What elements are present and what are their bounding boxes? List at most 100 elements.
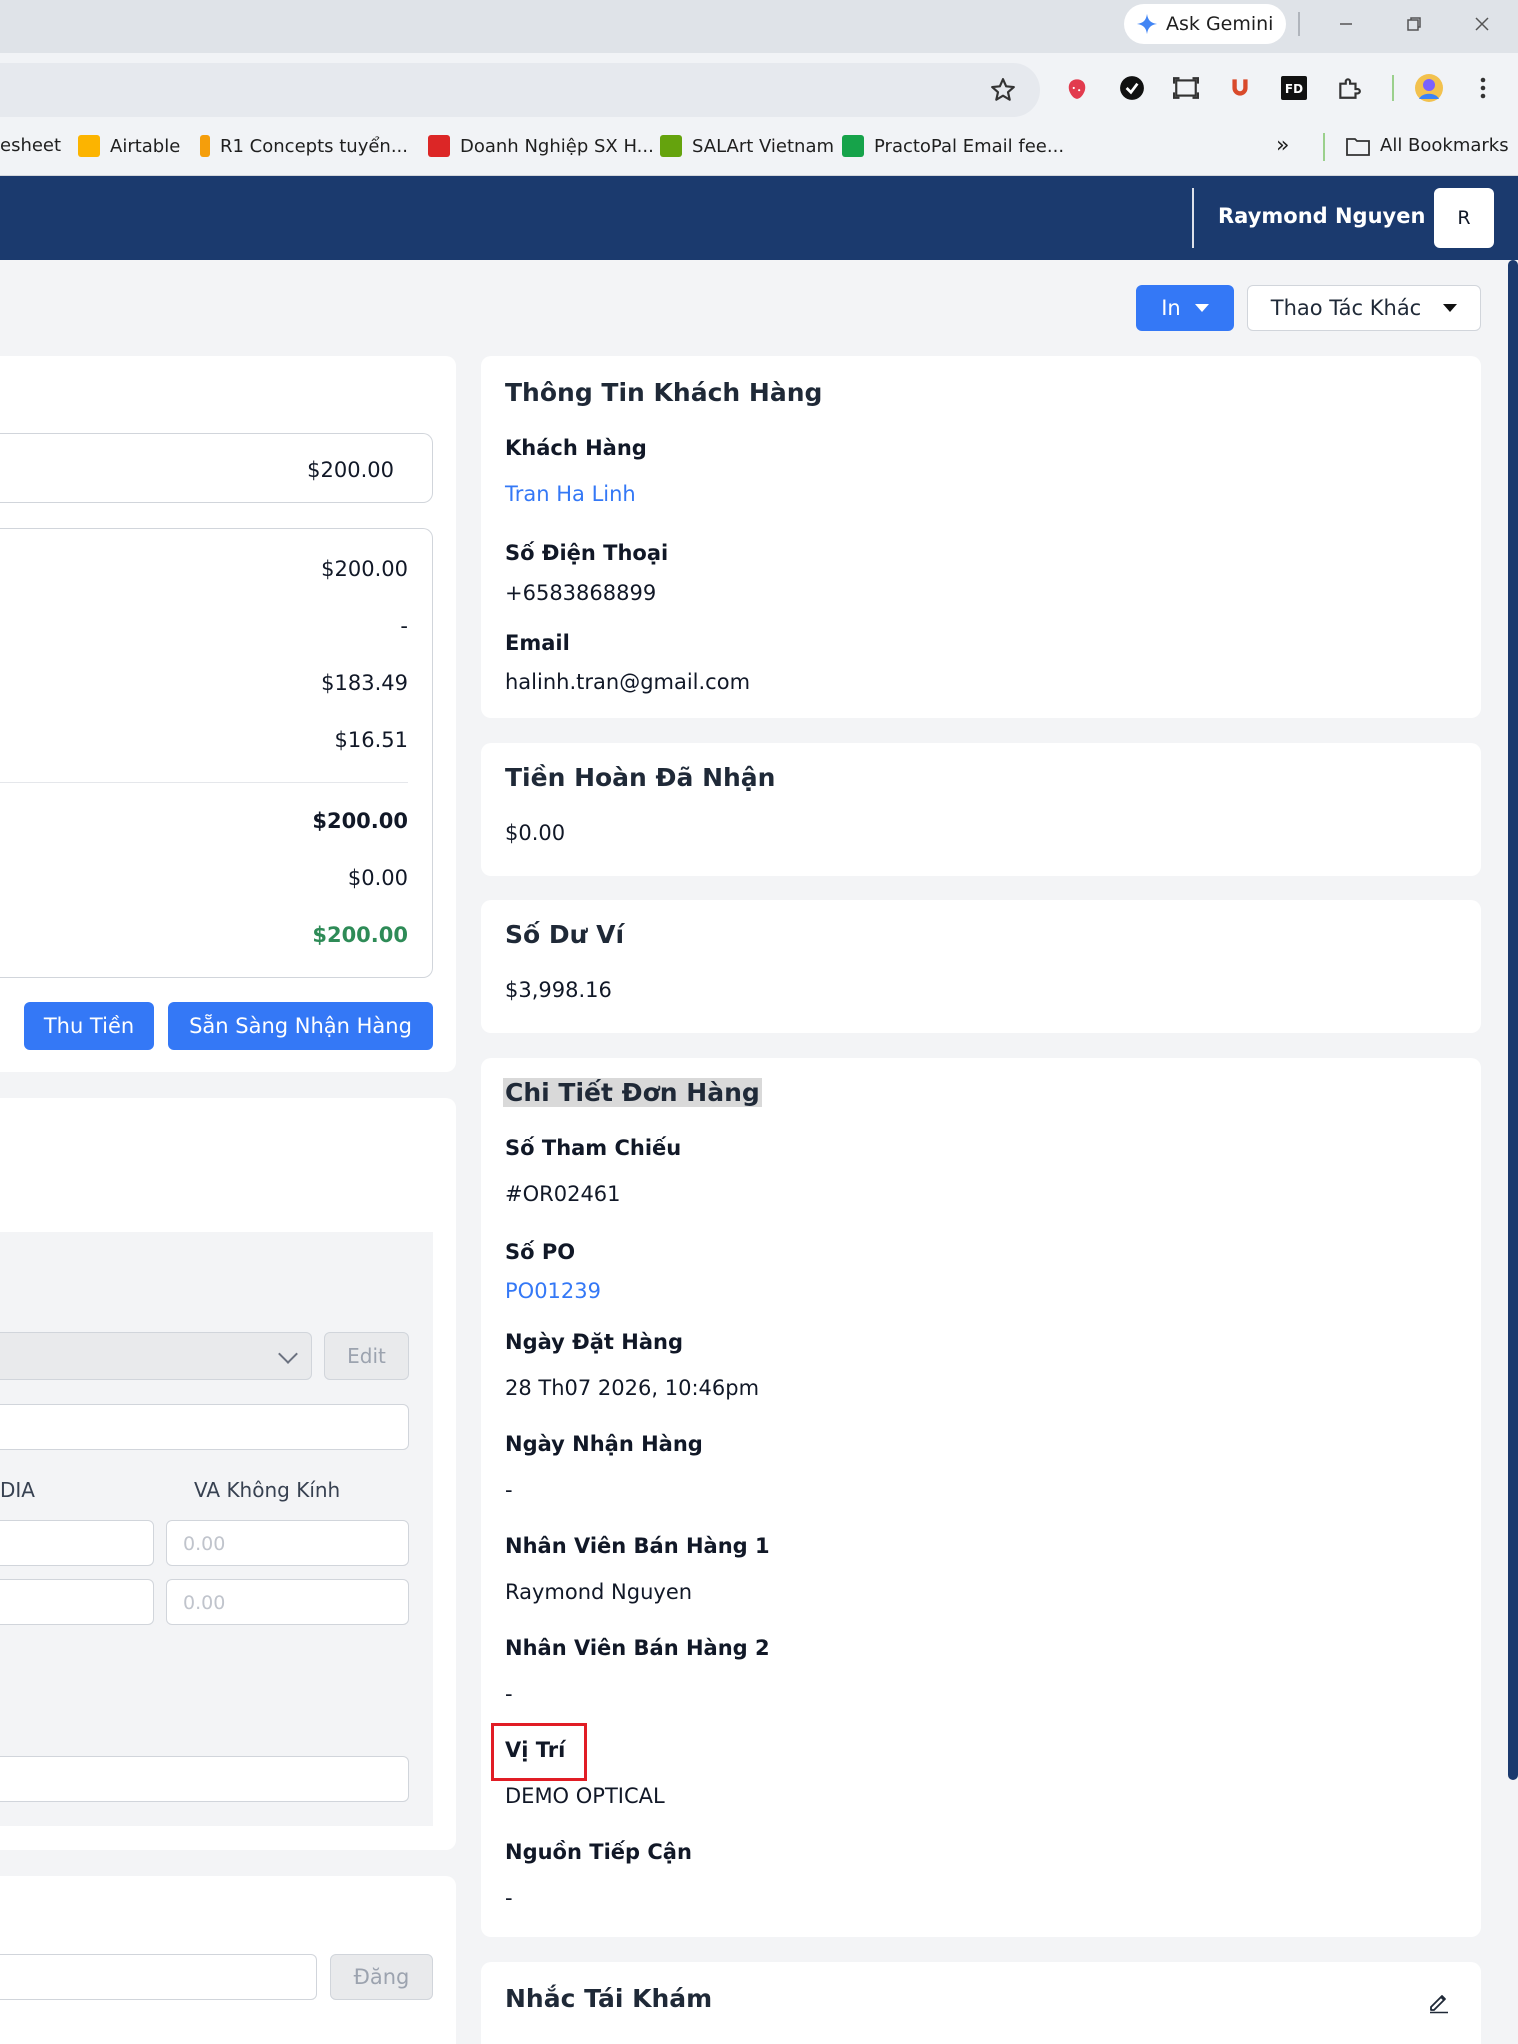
post-button[interactable]: Đăng	[330, 1954, 433, 2000]
pickup-date-value: -	[505, 1478, 513, 1502]
phone-label: Số Điện Thoại	[505, 541, 669, 565]
extension-strawberry-icon[interactable]	[1062, 73, 1092, 103]
customer-info-card: Thông Tin Khách Hàng Khách Hàng Tran Ha …	[481, 356, 1481, 718]
bookmarks-bar: esheet Airtable R1 Concepts tuyển... Doa…	[0, 127, 1518, 167]
svg-text:FD: FD	[1285, 82, 1303, 96]
ask-gemini-button[interactable]: Ask Gemini	[1124, 4, 1286, 44]
discount-value: -	[400, 614, 408, 638]
dia-os-input[interactable]	[0, 1579, 154, 1625]
chevron-down-icon	[278, 1344, 298, 1364]
refund-value: $0.00	[347, 866, 408, 890]
bookmark-star-icon[interactable]	[990, 77, 1016, 103]
dia-od-input[interactable]	[0, 1520, 154, 1566]
refund-received-value: $0.00	[505, 821, 566, 845]
airtable-icon	[78, 135, 100, 157]
reference-value: #OR02461	[505, 1182, 621, 1206]
customer-info-title: Thông Tin Khách Hàng	[505, 378, 823, 407]
wallet-balance-title: Số Dư Ví	[505, 920, 625, 949]
email-value: halinh.tran@gmail.com	[505, 670, 751, 694]
print-button[interactable]: In	[1136, 285, 1234, 331]
minimize-button[interactable]	[1318, 6, 1374, 42]
toolbar-divider	[1392, 75, 1394, 101]
browser-titlebar: Ask Gemini	[0, 0, 1518, 53]
order-total: $200.00	[307, 458, 394, 482]
app-header: Raymond Nguyen R	[0, 176, 1518, 260]
more-actions-label: Thao Tác Khác	[1270, 296, 1422, 320]
titlebar-divider	[1298, 12, 1300, 36]
bookmark-item[interactable]: esheet	[0, 135, 61, 156]
salart-icon	[660, 135, 682, 157]
order-date-label: Ngày Đặt Hàng	[505, 1330, 683, 1354]
bookmark-item[interactable]: PractoPal Email fee...	[842, 135, 1064, 157]
prescription-select[interactable]	[0, 1332, 312, 1380]
browser-menu-icon[interactable]	[1468, 73, 1498, 103]
all-bookmarks-button[interactable]: All Bookmarks	[1346, 135, 1509, 156]
prescription-text-input[interactable]	[0, 1404, 409, 1450]
restore-icon	[1407, 17, 1421, 31]
before-tax-value: $183.49	[321, 671, 408, 695]
ready-for-pickup-button[interactable]: Sẵn Sàng Nhận Hàng	[168, 1002, 433, 1050]
lead-source-value: -	[505, 1886, 513, 1910]
pickup-date-label: Ngày Nhận Hàng	[505, 1432, 703, 1456]
extension-check-icon[interactable]	[1117, 73, 1147, 103]
customer-name-link[interactable]: Tran Ha Linh	[505, 482, 636, 506]
bookmark-item[interactable]: R1 Concepts tuyển...	[200, 135, 408, 157]
location-value: DEMO OPTICAL	[505, 1784, 665, 1808]
breakdown-divider	[0, 782, 408, 783]
pencil-icon[interactable]	[1427, 1990, 1451, 2014]
extension-screenshot-icon[interactable]	[1171, 73, 1201, 103]
prescription-note-input[interactable]	[0, 1756, 409, 1802]
bookmark-item[interactable]: SALArt Vietnam	[660, 135, 834, 157]
edit-button[interactable]: Edit	[324, 1332, 409, 1380]
bookmark-item[interactable]: Airtable	[78, 135, 180, 157]
close-window-button[interactable]	[1454, 6, 1510, 42]
sales-staff-2-value: -	[505, 1682, 513, 1706]
recall-reminder-card: Nhắc Tái Khám	[481, 1962, 1481, 2044]
collect-payment-button[interactable]: Thu Tiền	[24, 1002, 154, 1050]
extension-magnet-icon[interactable]	[1225, 73, 1255, 103]
highlight-box	[491, 1723, 587, 1781]
gemini-icon	[1136, 13, 1158, 35]
header-divider	[1192, 188, 1194, 248]
page-scrollbar[interactable]	[1508, 260, 1518, 1780]
extension-fd-icon[interactable]: FD	[1279, 73, 1309, 103]
sales-staff-1-label: Nhân Viên Bán Hàng 1	[505, 1534, 770, 1558]
caret-down-icon	[1194, 304, 1209, 312]
po-link[interactable]: PO01239	[505, 1279, 601, 1303]
comment-input[interactable]	[0, 1954, 317, 2000]
bookmark-item[interactable]: Doanh Nghiệp SX H...	[428, 135, 654, 157]
bookmarks-divider	[1323, 133, 1325, 161]
paid-total-value: $200.00	[312, 809, 408, 833]
company-icon	[428, 135, 450, 157]
po-label: Số PO	[505, 1240, 576, 1264]
browser-toolbar: FD esheet Airtable R1 Concepts tuyển... …	[0, 53, 1518, 176]
print-label: In	[1161, 296, 1181, 320]
va-os-input[interactable]: 0.00	[166, 1579, 409, 1625]
caret-down-icon	[1443, 304, 1458, 312]
subtotal-value: $200.00	[321, 557, 408, 581]
restore-button[interactable]	[1386, 6, 1442, 42]
tax-value: $16.51	[334, 728, 408, 752]
lead-source-label: Nguồn Tiếp Cận	[505, 1840, 692, 1864]
profile-avatar-icon[interactable]	[1414, 73, 1444, 103]
minimize-icon	[1340, 23, 1352, 25]
ask-gemini-label: Ask Gemini	[1166, 13, 1274, 35]
practopal-icon	[842, 135, 864, 157]
recall-reminder-title: Nhắc Tái Khám	[505, 1984, 713, 2013]
more-bookmarks-button[interactable]: »	[1276, 133, 1289, 158]
user-name[interactable]: Raymond Nguyen	[1218, 204, 1425, 228]
phone-value: +6583868899	[505, 581, 657, 605]
more-actions-button[interactable]: Thao Tác Khác	[1247, 285, 1481, 331]
jobs-icon	[200, 135, 210, 157]
email-label: Email	[505, 631, 570, 655]
sales-staff-2-label: Nhân Viên Bán Hàng 2	[505, 1636, 770, 1660]
address-bar[interactable]	[0, 63, 1040, 117]
avatar[interactable]: R	[1434, 188, 1494, 248]
va-od-input[interactable]: 0.00	[166, 1520, 409, 1566]
dia-label: DIA	[0, 1478, 35, 1502]
balance-value: $200.00	[312, 923, 408, 947]
order-total-box: $200.00	[0, 433, 433, 503]
va-no-glasses-label: VA Không Kính	[194, 1478, 341, 1502]
refund-received-title: Tiền Hoàn Đã Nhận	[505, 763, 776, 792]
extensions-puzzle-icon[interactable]	[1334, 73, 1364, 103]
